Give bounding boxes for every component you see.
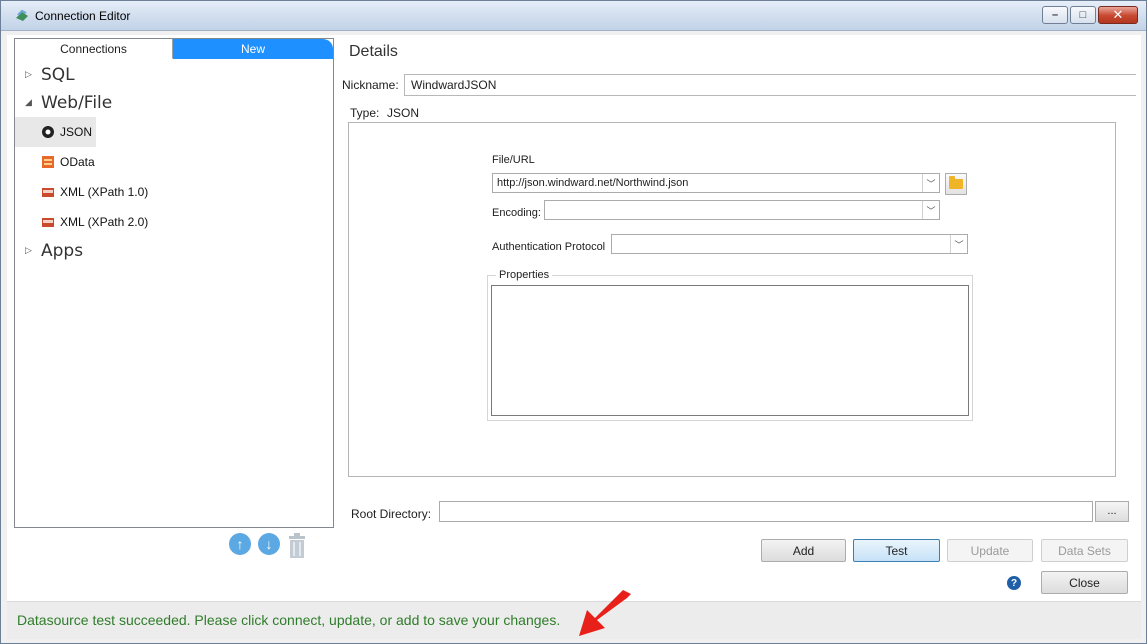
app-icon bbox=[16, 9, 28, 21]
tree-item-label: JSON bbox=[60, 125, 93, 139]
maximize-icon: □ bbox=[1079, 9, 1087, 21]
tree-group-label: Apps bbox=[41, 241, 84, 261]
minimize-icon: – bbox=[1051, 9, 1059, 21]
red-arrow-annotation-icon bbox=[579, 590, 631, 636]
provider-tree: ▷ SQL ◢ Web/File JSON OData XML (XPath 1… bbox=[15, 61, 333, 265]
connections-panel: Connections New ▷ SQL ◢ Web/File JSON OD… bbox=[14, 38, 334, 528]
chevron-down-icon[interactable]: ﹀ bbox=[922, 201, 939, 219]
collapsed-caret-icon: ▷ bbox=[25, 246, 32, 256]
tree-item-label: XML (XPath 1.0) bbox=[60, 185, 149, 199]
xml-icon bbox=[42, 188, 54, 197]
tree-group-apps[interactable]: ▷ Apps bbox=[15, 237, 333, 265]
encoding-label: Encoding: bbox=[492, 207, 541, 219]
expanded-caret-icon: ◢ bbox=[25, 98, 32, 108]
data-sets-button[interactable]: Data Sets bbox=[1041, 539, 1128, 562]
properties-list[interactable] bbox=[491, 285, 969, 416]
close-button[interactable]: Close bbox=[1041, 571, 1128, 594]
title-bar: Connection Editor – □ ✕ bbox=[1, 1, 1146, 31]
tree-item-label: OData bbox=[60, 155, 95, 169]
arrow-up-icon: ↑ bbox=[236, 536, 244, 552]
client-area: Connections New ▷ SQL ◢ Web/File JSON OD… bbox=[7, 35, 1141, 639]
file-url-label: File/URL bbox=[492, 154, 535, 166]
file-url-combobox[interactable]: http://json.windward.net/Northwind.json … bbox=[492, 173, 940, 193]
connection-settings-box: File/URL http://json.windward.net/Northw… bbox=[348, 122, 1116, 477]
tree-item-xml-xpath-2[interactable]: XML (XPath 2.0) bbox=[15, 207, 333, 237]
type-value: JSON bbox=[387, 106, 420, 120]
tree-group-web-file[interactable]: ◢ Web/File bbox=[15, 89, 333, 117]
json-icon bbox=[42, 126, 54, 138]
chevron-down-icon[interactable]: ﹀ bbox=[922, 174, 939, 192]
tree-item-label: XML (XPath 2.0) bbox=[60, 215, 149, 229]
browse-folder-button[interactable] bbox=[945, 173, 967, 195]
tree-group-label: SQL bbox=[41, 65, 75, 85]
tree-item-json[interactable]: JSON bbox=[15, 117, 97, 147]
arrow-down-icon: ↓ bbox=[265, 536, 273, 552]
authentication-protocol-label: Authentication Protocol bbox=[492, 241, 606, 253]
tree-group-sql[interactable]: ▷ SQL bbox=[15, 61, 333, 89]
root-directory-label: Root Directory: bbox=[351, 507, 432, 521]
help-icon[interactable]: ? bbox=[1007, 576, 1021, 590]
folder-icon bbox=[949, 176, 963, 189]
nickname-label: Nickname: bbox=[342, 78, 399, 92]
properties-label: Properties bbox=[496, 269, 553, 281]
xml-icon bbox=[42, 218, 54, 227]
test-button[interactable]: Test bbox=[853, 539, 940, 562]
delete-trash-icon[interactable] bbox=[287, 533, 307, 559]
panel-toolbar: ↑ ↓ bbox=[229, 533, 307, 559]
type-label: Type: bbox=[350, 106, 380, 120]
window-title: Connection Editor bbox=[35, 9, 131, 23]
file-url-value: http://json.windward.net/Northwind.json bbox=[497, 177, 689, 189]
move-down-button[interactable]: ↓ bbox=[258, 533, 280, 555]
tab-new[interactable]: New bbox=[173, 39, 333, 59]
window-controls: – □ ✕ bbox=[1042, 6, 1138, 24]
status-message: Datasource test succeeded. Please click … bbox=[17, 612, 561, 628]
minimize-button[interactable]: – bbox=[1042, 6, 1068, 24]
authentication-protocol-combobox[interactable]: ﹀ bbox=[611, 234, 968, 254]
close-window-button[interactable]: ✕ bbox=[1098, 6, 1138, 24]
properties-group: Properties bbox=[487, 269, 973, 421]
root-directory-browse-button[interactable]: ... bbox=[1095, 501, 1129, 522]
maximize-button[interactable]: □ bbox=[1070, 6, 1096, 24]
tree-item-xml-xpath-1[interactable]: XML (XPath 1.0) bbox=[15, 177, 333, 207]
close-icon: ✕ bbox=[1112, 7, 1124, 22]
tree-group-label: Web/File bbox=[41, 93, 113, 113]
panel-tabs: Connections New bbox=[15, 39, 333, 59]
nickname-input[interactable]: WindwardJSON bbox=[404, 74, 1136, 96]
update-button[interactable]: Update bbox=[947, 539, 1033, 562]
connection-editor-window: Connection Editor – □ ✕ Connections New … bbox=[0, 0, 1147, 644]
encoding-combobox[interactable]: ﹀ bbox=[544, 200, 940, 220]
status-bar: Datasource test succeeded. Please click … bbox=[7, 601, 1141, 639]
move-up-button[interactable]: ↑ bbox=[229, 533, 251, 555]
add-button[interactable]: Add bbox=[761, 539, 846, 562]
odata-icon bbox=[42, 156, 54, 168]
tree-item-odata[interactable]: OData bbox=[15, 147, 333, 177]
details-heading: Details bbox=[349, 43, 398, 60]
tab-connections[interactable]: Connections bbox=[15, 39, 173, 59]
chevron-down-icon[interactable]: ﹀ bbox=[950, 235, 967, 253]
collapsed-caret-icon: ▷ bbox=[25, 70, 32, 80]
root-directory-input[interactable] bbox=[439, 501, 1093, 522]
